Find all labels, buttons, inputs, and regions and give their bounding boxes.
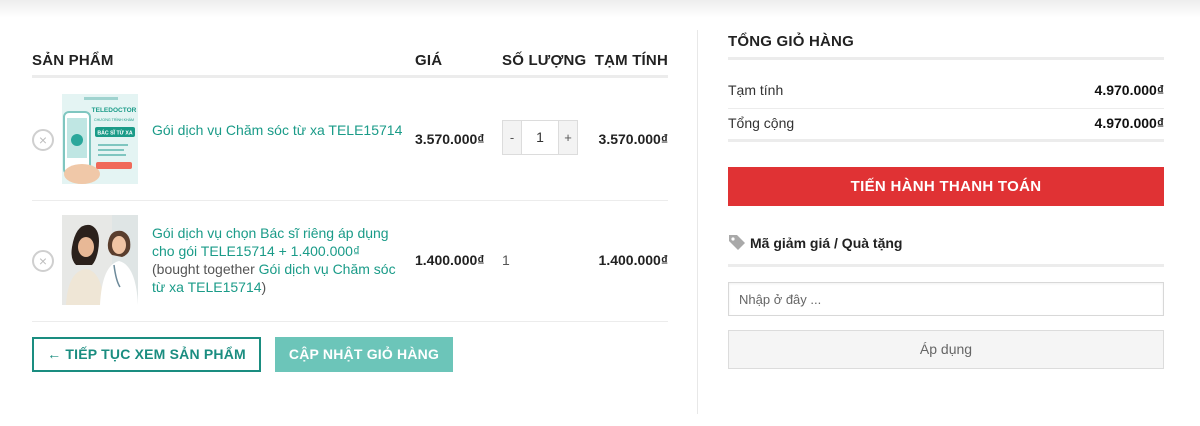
table-row: × TELEDOCTOR CHƯƠNG TRÌNH KHÁM BÁC SĨ TỪ… xyxy=(32,79,668,201)
qty-input[interactable]: 1 xyxy=(521,121,559,154)
cart-totals-title: TỔNG GIỎ HÀNG xyxy=(728,33,1164,60)
product-thumbnail[interactable] xyxy=(62,215,138,305)
total-label: Tổng cộng xyxy=(728,115,795,131)
bought-together-prefix: (bought together xyxy=(152,261,259,277)
update-cart-button[interactable]: CẬP NHẬT GIỎ HÀNG xyxy=(275,337,453,372)
teledoctor-thumbnail-graphic: TELEDOCTOR CHƯƠNG TRÌNH KHÁM BÁC SĨ TỪ X… xyxy=(62,94,138,184)
qty-minus-button[interactable]: - xyxy=(503,121,521,154)
table-row: × Gói dịch vụ chọn Bác sĩ riêng áp dụng … xyxy=(32,201,668,322)
coupon-title: Mã giảm giá / Quà tặng xyxy=(750,235,903,251)
header-price: GIÁ xyxy=(415,52,443,69)
subtotal-label: Tạm tính xyxy=(728,82,784,98)
doctor-photo-graphic xyxy=(62,215,138,305)
total-amount: 4.970.000₫ xyxy=(1094,115,1164,131)
apply-coupon-button[interactable]: Áp dụng xyxy=(728,330,1164,369)
total-row: Tổng cộng 4.970.000₫ xyxy=(728,115,1164,142)
product-name[interactable]: Gói dịch vụ chọn Bác sĩ riêng áp dụng ch… xyxy=(152,225,389,259)
product-name[interactable]: Gói dịch vụ Chăm sóc từ xa TELE15714 xyxy=(152,122,402,138)
remove-item-icon[interactable]: × xyxy=(32,250,54,272)
item-subtotal: 3.570.000₫ xyxy=(598,131,668,147)
item-subtotal: 1.400.000₫ xyxy=(598,252,668,268)
remove-item-icon[interactable]: × xyxy=(32,129,54,151)
coupon-input[interactable] xyxy=(728,282,1164,316)
product-description: Gói dịch vụ chọn Bác sĩ riêng áp dụng ch… xyxy=(152,224,412,296)
bought-together-suffix: ) xyxy=(261,279,267,295)
product-thumbnail[interactable]: TELEDOCTOR CHƯƠNG TRÌNH KHÁM BÁC SĨ TỪ X… xyxy=(62,94,138,184)
header-product: SẢN PHẨM xyxy=(32,52,114,69)
column-divider xyxy=(697,30,698,414)
continue-shopping-button[interactable]: ← TIẾP TỤC XEM SẢN PHẨM xyxy=(32,337,261,372)
item-price: 3.570.000₫ xyxy=(415,131,485,147)
checkout-button[interactable]: TIẾN HÀNH THANH TOÁN xyxy=(728,167,1164,206)
quantity-stepper: - 1 + xyxy=(502,120,578,155)
subtotal-row: Tạm tính 4.970.000₫ xyxy=(728,82,1164,109)
tag-icon xyxy=(729,235,745,250)
header-quantity: SỐ LƯỢNG xyxy=(502,52,587,69)
thumb-line2: BÁC SĨ TỪ XA xyxy=(97,130,132,137)
subtotal-amount: 4.970.000₫ xyxy=(1094,82,1164,98)
thumb-line1: CHƯƠNG TRÌNH KHÁM xyxy=(94,118,134,122)
top-shadow xyxy=(0,0,1200,18)
table-header: SẢN PHẨM GIÁ SỐ LƯỢNG TẠM TÍNH xyxy=(32,52,668,78)
qty-plus-button[interactable]: + xyxy=(559,121,577,154)
item-quantity: 1 xyxy=(502,252,510,268)
item-price: 1.400.000₫ xyxy=(415,252,485,268)
coupon-heading: Mã giảm giá / Quà tặng xyxy=(728,234,1164,267)
product-name-link[interactable]: Gói dịch vụ Chăm sóc từ xa TELE15714 xyxy=(152,121,412,139)
header-subtotal: TẠM TÍNH xyxy=(594,52,668,69)
thumb-brand: TELEDOCTOR xyxy=(92,107,137,114)
